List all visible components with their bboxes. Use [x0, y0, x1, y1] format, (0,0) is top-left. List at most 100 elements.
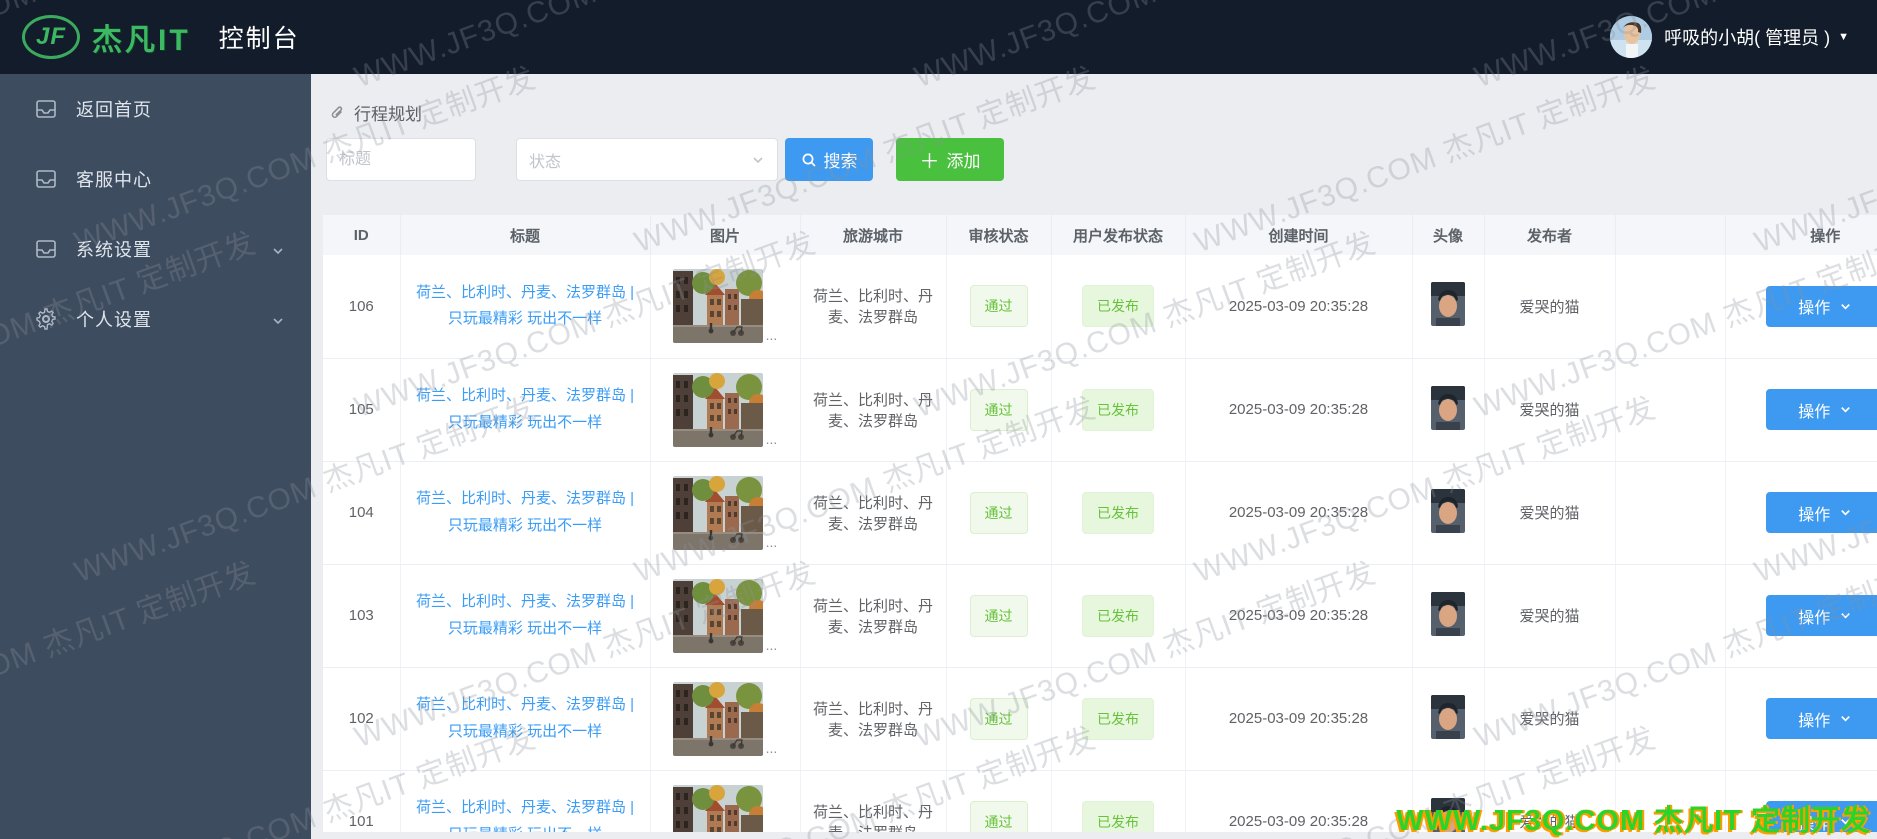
table-row: 105 荷兰、比利时、丹麦、法罗群岛 | 只玩最精彩 玩出不一样 ... 荷兰、比利… — [323, 358, 1877, 462]
cell-publisher-name: 爱哭的猫 — [1484, 667, 1616, 771]
cell-review-status: 通过 — [946, 564, 1052, 668]
cell-created-at: 2025-03-09 20:35:28 — [1185, 564, 1413, 668]
row-action-dropdown-button[interactable]: 操作 — [1766, 389, 1877, 430]
publish-status-badge: 已发布 — [1082, 285, 1154, 328]
cell-publisher-avatar — [1412, 358, 1485, 462]
search-button[interactable]: 搜索 — [785, 138, 873, 181]
more-images-ellipsis: ... — [765, 533, 778, 550]
sidebar-item-personal-settings[interactable]: 个人设置 — [0, 284, 311, 354]
row-title-link[interactable]: 荷兰、比利时、丹麦、法罗群岛 | 只玩最精彩 玩出不一样 — [401, 280, 650, 333]
column-header: 发布者 — [1484, 215, 1616, 255]
cell-created-at: 2025-03-09 20:35:28 — [1185, 770, 1413, 832]
review-status-badge: 通过 — [969, 285, 1028, 328]
brand-area: JF 杰凡IT 控制台 — [0, 15, 300, 59]
cell-city: 荷兰、比利时、丹麦、法罗群岛 — [800, 255, 947, 359]
trip-photo-thumbnail[interactable] — [672, 578, 763, 653]
sidebar-item-label: 返回首页 — [76, 100, 152, 120]
cell-action: 操作 — [1725, 770, 1877, 832]
column-header: 审核状态 — [946, 215, 1052, 255]
cell-spacer — [1615, 255, 1726, 359]
sidebar-item-home[interactable]: 返回首页 — [0, 74, 311, 144]
cell-created-at: 2025-03-09 20:35:28 — [1185, 358, 1413, 462]
sidebar: 返回首页 客服中心 系统设置 个人设置 — [0, 74, 311, 839]
publish-status-badge: 已发布 — [1082, 697, 1154, 740]
row-title-link[interactable]: 荷兰、比利时、丹麦、法罗群岛 | 只玩最精彩 玩出不一样 — [401, 589, 650, 642]
column-header: 旅游城市 — [800, 215, 947, 255]
chevron-down-icon — [1841, 613, 1851, 619]
trip-photo-thumbnail[interactable] — [672, 475, 763, 550]
itinerary-table: ID 标题 图片 旅游城市 审核状态 用户发布状态 创建时间 头像 发布者 操作 106 荷兰、比利… — [323, 215, 1877, 832]
title-filter-input[interactable] — [326, 138, 476, 181]
row-action-dropdown-button[interactable]: 操作 — [1766, 801, 1877, 832]
cell-title: 荷兰、比利时、丹麦、法罗群岛 | 只玩最精彩 玩出不一样 — [400, 461, 651, 565]
sidebar-item-system-settings[interactable]: 系统设置 — [0, 214, 311, 284]
chevron-down-icon — [1841, 510, 1851, 516]
table-row: 106 荷兰、比利时、丹麦、法罗群岛 | 只玩最精彩 玩出不一样 ... 荷兰、比利… — [323, 255, 1877, 359]
chevron-down-icon — [271, 242, 285, 256]
more-images-ellipsis: ... — [765, 739, 778, 756]
trip-photo-thumbnail[interactable] — [672, 681, 763, 756]
cell-image: ... — [650, 358, 801, 462]
breadcrumb-label: 行程规划 — [354, 105, 422, 124]
sidebar-item-support[interactable]: 客服中心 — [0, 144, 311, 214]
chevron-down-icon — [1841, 407, 1851, 413]
row-action-dropdown-button[interactable]: 操作 — [1766, 285, 1877, 327]
row-title-link[interactable]: 荷兰、比利时、丹麦、法罗群岛 | 只玩最精彩 玩出不一样 — [401, 486, 650, 539]
cell-city: 荷兰、比利时、丹麦、法罗群岛 — [800, 770, 947, 832]
status-select-placeholder: 状态 — [529, 153, 562, 171]
user-avatar — [1610, 16, 1653, 58]
status-filter-select[interactable]: 状态 — [516, 138, 778, 181]
publisher-avatar — [1431, 797, 1465, 832]
column-header: 标题 — [400, 215, 651, 255]
cell-publisher-name: 爱哭的猫 — [1484, 564, 1616, 668]
cell-publisher-name: 爱哭的猫 — [1484, 358, 1616, 462]
top-header: JF 杰凡IT 控制台 呼吸的小胡( 管理员 ) ▼ — [0, 0, 1877, 74]
cell-publisher-avatar — [1412, 255, 1485, 359]
main-content: 行程规划 状态 搜索 ＋ 添加 — [311, 74, 1877, 839]
cell-publisher-name: 爱哭的猫 — [1484, 255, 1616, 359]
user-menu[interactable]: 呼吸的小胡( 管理员 ) ▼ — [1610, 16, 1877, 58]
cell-id: 101 — [323, 770, 401, 832]
filter-bar: 状态 搜索 ＋ 添加 — [326, 138, 1004, 181]
trip-photo-thumbnail[interactable] — [672, 784, 763, 832]
cell-image: ... — [650, 770, 801, 832]
cell-publish-status: 已发布 — [1051, 667, 1186, 771]
trip-photo-thumbnail[interactable] — [672, 269, 763, 344]
cell-review-status: 通过 — [946, 461, 1052, 565]
row-action-dropdown-button[interactable]: 操作 — [1766, 492, 1877, 533]
column-header — [1615, 215, 1726, 255]
cell-action: 操作 — [1725, 461, 1877, 565]
add-button[interactable]: ＋ 添加 — [896, 138, 1004, 181]
cell-title: 荷兰、比利时、丹麦、法罗群岛 | 只玩最精彩 玩出不一样 — [400, 358, 651, 462]
row-title-link[interactable]: 荷兰、比利时、丹麦、法罗群岛 | 只玩最精彩 玩出不一样 — [401, 383, 650, 436]
cell-action: 操作 — [1725, 564, 1877, 668]
caret-down-icon: ▼ — [1838, 31, 1849, 43]
table-row: 104 荷兰、比利时、丹麦、法罗群岛 | 只玩最精彩 玩出不一样 ... 荷兰、比利… — [323, 461, 1877, 565]
table-row: 103 荷兰、比利时、丹麦、法罗群岛 | 只玩最精彩 玩出不一样 ... 荷兰、比利… — [323, 564, 1877, 668]
cell-spacer — [1615, 667, 1726, 771]
cell-publisher-avatar — [1412, 564, 1485, 668]
cell-image: ... — [650, 667, 801, 771]
row-action-dropdown-button[interactable]: 操作 — [1766, 595, 1877, 636]
cell-image: ... — [650, 461, 801, 565]
table-row: 101荷兰、比利时、丹麦、法罗群岛 | 只玩最精彩 玩出不一样 ...荷兰、比利… — [323, 770, 1877, 832]
itinerary-table-wrap: ID 标题 图片 旅游城市 审核状态 用户发布状态 创建时间 头像 发布者 操作 106 荷兰、比利… — [323, 215, 1877, 832]
table-header-row: ID 标题 图片 旅游城市 审核状态 用户发布状态 创建时间 头像 发布者 操作 — [323, 215, 1877, 255]
cell-created-at: 2025-03-09 20:35:28 — [1185, 667, 1413, 771]
app-root: JF 杰凡IT 控制台 呼吸的小胡( 管理员 ) ▼ 返回首页 客服中心 系统设… — [0, 0, 1877, 839]
row-action-dropdown-button[interactable]: 操作 — [1766, 698, 1877, 739]
row-title-link[interactable]: 荷兰、比利时、丹麦、法罗群岛 | 只玩最精彩 玩出不一样 — [401, 795, 650, 832]
sidebar-item-label: 个人设置 — [76, 310, 152, 330]
cell-publisher-name: 爱哭的猫 — [1484, 770, 1616, 832]
trip-photo-thumbnail[interactable] — [672, 372, 763, 447]
publisher-avatar — [1431, 694, 1465, 739]
chevron-down-icon — [271, 312, 285, 326]
column-header: 创建时间 — [1185, 215, 1413, 255]
review-status-badge: 通过 — [969, 491, 1028, 534]
cell-spacer — [1615, 358, 1726, 462]
column-header: 用户发布状态 — [1051, 215, 1186, 255]
column-header: ID — [323, 215, 401, 255]
cell-spacer — [1615, 770, 1726, 832]
row-title-link[interactable]: 荷兰、比利时、丹麦、法罗群岛 | 只玩最精彩 玩出不一样 — [401, 692, 650, 745]
cell-publisher-name: 爱哭的猫 — [1484, 461, 1616, 565]
